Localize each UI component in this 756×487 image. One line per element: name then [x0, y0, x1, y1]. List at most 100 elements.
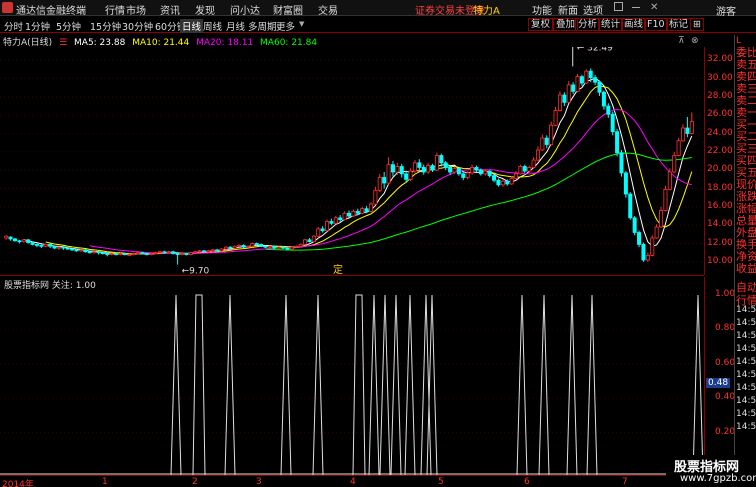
candle-body: [452, 167, 457, 173]
grid-layout-icon[interactable]: ⊞: [690, 18, 704, 31]
candle-body: [30, 242, 35, 245]
period-1min[interactable]: 1分钟: [25, 19, 50, 33]
menu-item-function[interactable]: 功能: [532, 2, 552, 17]
tool-mark[interactable]: 标记: [666, 18, 692, 31]
window-restore-icon[interactable]: [614, 2, 623, 11]
menu-item-trade[interactable]: 交易: [318, 2, 338, 17]
candle-body: [8, 236, 13, 240]
tool-stats[interactable]: 统计: [598, 18, 624, 31]
period-weekly[interactable]: 周线: [203, 19, 222, 33]
quote-field-label: 卖三: [736, 83, 756, 95]
candle-body: [188, 252, 193, 255]
menu-item-market[interactable]: 市场: [126, 2, 146, 17]
candle-body: [373, 189, 378, 205]
candle-body: [294, 245, 299, 248]
candle-body: [153, 252, 158, 255]
candle-body: [17, 240, 22, 243]
time-axis: 2014年 1 2 3 4 5 6 7: [0, 475, 704, 487]
candle-body: [377, 177, 382, 191]
time-tick-label: 4: [350, 477, 356, 487]
indicator-chart[interactable]: [0, 277, 704, 475]
window-close-icon[interactable]: ✕: [650, 2, 658, 13]
indicator-tick-label: 0.80: [715, 323, 736, 334]
menu-item-discover[interactable]: 发现: [195, 2, 215, 17]
candle-body: [78, 249, 83, 252]
candle-body: [667, 171, 672, 190]
candle-body: [96, 251, 101, 254]
chevron-down-icon[interactable]: ▼: [299, 20, 304, 28]
tool-analysis[interactable]: 分析: [575, 18, 601, 31]
quote-field-label: 卖五: [736, 59, 756, 71]
candle-body: [650, 237, 655, 256]
candle-body: [26, 239, 31, 243]
tick-time-label: 14:55: [736, 318, 756, 328]
tool-adjust[interactable]: 复权: [528, 18, 554, 31]
candle-body: [34, 244, 39, 246]
candle-body: [223, 246, 228, 250]
close-pane-icon[interactable]: ⊗: [691, 36, 699, 46]
period-15min[interactable]: 15分钟: [90, 19, 121, 33]
candle-body: [342, 212, 347, 221]
candle-body: [623, 172, 628, 195]
indicator-title: 股票指标网 关注: 1.00: [4, 281, 96, 291]
candle-body: [562, 94, 567, 103]
period-more[interactable]: 更多: [276, 19, 295, 33]
candle-body: [601, 91, 606, 107]
candle-body: [311, 235, 316, 243]
menu-item-new[interactable]: 新面: [558, 2, 578, 17]
tick-time-label: 14:55: [736, 331, 756, 341]
watermark-url: www.7gpzb.com: [680, 473, 756, 484]
candle-body: [478, 169, 483, 175]
candle-body: [215, 249, 220, 252]
candle-body: [426, 165, 431, 173]
candle-body: [549, 124, 554, 145]
candle-body: [289, 246, 294, 250]
candle-body: [443, 162, 448, 168]
tool-f10[interactable]: F10: [644, 18, 668, 31]
menu-item-quotes[interactable]: 行情: [105, 2, 125, 17]
menu-item-ask[interactable]: 问小达: [230, 2, 260, 17]
candle-body: [333, 217, 338, 224]
candle-body: [263, 245, 268, 248]
quote-field-label: 涨幅: [736, 203, 756, 215]
ma5-line: [23, 77, 693, 255]
candle-body: [514, 173, 519, 179]
candle-body: [162, 251, 167, 254]
candle-body: [193, 251, 198, 254]
tool-draw[interactable]: 画线: [621, 18, 647, 31]
candle-body: [241, 244, 246, 248]
candle-body: [83, 249, 88, 253]
guest-user-label[interactable]: 游客: [716, 3, 736, 18]
candle-body: [109, 253, 114, 255]
candle-body: [56, 246, 61, 249]
quote-field-label: 净资: [736, 251, 756, 263]
period-timeshare[interactable]: 分时: [4, 19, 23, 33]
candle-body: [281, 246, 286, 249]
candle-body: [659, 210, 664, 228]
period-30min[interactable]: 30分钟: [122, 19, 153, 33]
period-monthly[interactable]: 月线: [226, 19, 245, 33]
signal-spike: [192, 294, 206, 475]
candle-body: [500, 180, 505, 186]
period-5min[interactable]: 5分钟: [56, 19, 81, 33]
window-minimize-icon[interactable]: [632, 7, 640, 8]
signal-spike: [224, 294, 236, 475]
candle-body: [127, 254, 132, 256]
candle-body: [448, 167, 453, 173]
menu-item-wealth[interactable]: 财富圈: [273, 2, 303, 17]
period-multi[interactable]: 多周期: [248, 19, 277, 33]
collapse-icon[interactable]: ⊼: [678, 36, 685, 46]
menu-item-news[interactable]: 资讯: [160, 2, 180, 17]
candle-body: [535, 149, 540, 161]
period-daily[interactable]: 日线: [180, 19, 204, 33]
candle-body: [496, 179, 501, 186]
candle-body: [316, 228, 321, 237]
candle-body: [606, 105, 611, 115]
candle-body: [201, 250, 206, 253]
candle-body: [588, 70, 593, 78]
price-tick-label: 32.00: [707, 54, 733, 65]
menu-bar: 通达信金融终端 行情 市场 资讯 发现 问小达 财富圈 交易 证券交易未登录 特…: [0, 0, 756, 18]
candlestick-chart[interactable]: ← 32.49 ←9.70 定: [0, 47, 704, 275]
quote-field-label: 买三: [736, 143, 756, 155]
menu-item-options[interactable]: 选项: [583, 2, 603, 17]
